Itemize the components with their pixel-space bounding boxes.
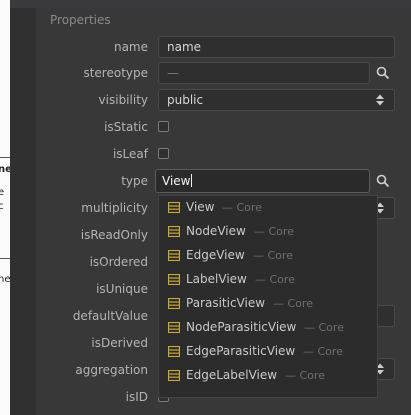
search-icon[interactable] — [376, 66, 390, 80]
isordered-label: isOrdered — [89, 255, 148, 269]
stereotype-input[interactable]: — — [158, 62, 370, 84]
type-suggestion-item[interactable]: EdgeView — Core — [159, 244, 377, 268]
stereotype-label: stereotype — [83, 66, 148, 80]
defaultvalue-label: defaultValue — [72, 309, 148, 323]
section-title: Properties — [50, 13, 111, 27]
class-icon — [168, 370, 180, 381]
type-suggestion-name: EdgeParasiticView — [186, 344, 296, 358]
type-suggestion-item[interactable]: NodeParasiticView — Core — [159, 316, 377, 340]
type-suggestion-name: NodeParasiticView — [186, 320, 297, 334]
type-suggestion-meta: — Core — [273, 297, 313, 310]
text-caret — [191, 174, 193, 187]
isunique-label: isUnique — [96, 282, 148, 296]
type-suggestion-meta: — Core — [285, 369, 325, 382]
panel-gutter — [10, 0, 36, 415]
type-suggestion-name: View — [186, 200, 215, 214]
class-icon — [168, 322, 180, 333]
type-suggestion-meta: — Core — [253, 249, 293, 262]
class-icon — [168, 274, 180, 285]
class-icon — [168, 202, 180, 213]
canvas-text: ne — [0, 164, 10, 175]
diagram-canvas[interactable]: ne e c he — [0, 0, 10, 415]
isreadonly-label: isReadOnly — [80, 228, 148, 242]
class-icon — [168, 346, 180, 357]
type-suggestion-meta: — Core — [303, 345, 343, 358]
canvas-line — [0, 258, 10, 259]
class-icon — [168, 226, 180, 237]
isstatic-label: isStatic — [104, 120, 148, 134]
canvas-line — [0, 157, 10, 158]
type-suggestion-item[interactable]: EdgeParasiticView — Core — [159, 340, 377, 364]
type-suggestion-name: NodeView — [186, 224, 246, 238]
isderived-label: isDerived — [91, 336, 148, 350]
class-icon — [168, 298, 180, 309]
name-input[interactable]: name — [158, 36, 395, 58]
search-icon[interactable] — [376, 174, 390, 188]
canvas-text: he — [0, 274, 10, 285]
multiplicity-label: multiplicity — [81, 201, 148, 215]
type-suggestion-name: EdgeView — [186, 248, 245, 262]
type-suggestion-name: LabelView — [186, 272, 247, 286]
type-suggestion-meta: — Core — [304, 321, 344, 334]
class-icon — [168, 250, 180, 261]
visibility-value: public — [167, 93, 204, 107]
panel-header-strip — [10, 0, 411, 8]
canvas-text: e — [0, 187, 5, 198]
canvas-text: c — [0, 201, 4, 212]
name-label: name — [113, 40, 148, 54]
type-label: type — [121, 174, 148, 188]
type-suggestion-meta: — Core — [255, 273, 295, 286]
type-input-value: View — [162, 174, 191, 188]
type-suggestion-list[interactable]: View — Core NodeView — Core EdgeView — Core La… — [158, 195, 378, 398]
isleaf-label: isLeaf — [112, 147, 148, 161]
type-suggestion-name: EdgeLabelView — [186, 368, 278, 382]
isleaf-checkbox[interactable] — [158, 148, 169, 159]
type-suggestion-meta: — Core — [254, 225, 294, 238]
isid-label: isID — [125, 390, 148, 404]
select-arrows-icon — [376, 94, 384, 106]
type-suggestion-item[interactable]: LabelView — Core — [159, 268, 377, 292]
type-suggestion-item[interactable]: EdgeLabelView — Core — [159, 364, 377, 388]
type-suggestion-item[interactable]: View — Core — [159, 196, 377, 220]
type-suggestion-item[interactable]: NodeView — Core — [159, 220, 377, 244]
type-suggestion-item[interactable]: ParasiticView — Core — [159, 292, 377, 316]
type-suggestion-name: ParasiticView — [186, 296, 266, 310]
type-suggestion-meta: — Core — [222, 201, 262, 214]
aggregation-label: aggregation — [75, 363, 148, 377]
visibility-label: visibility — [98, 93, 148, 107]
visibility-select[interactable]: public — [158, 89, 395, 111]
type-input[interactable]: View — [155, 169, 370, 193]
isstatic-checkbox[interactable] — [158, 121, 169, 132]
